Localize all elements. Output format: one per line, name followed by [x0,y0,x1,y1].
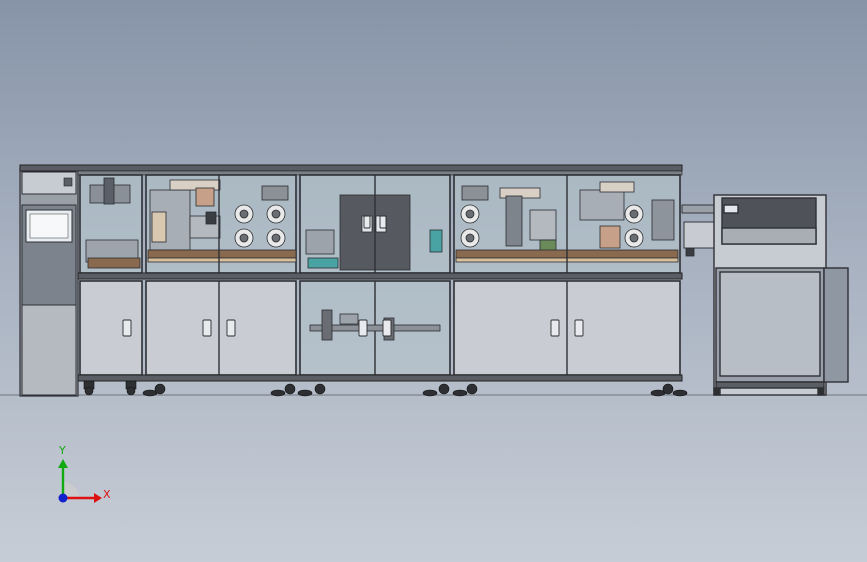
y-arrowhead [58,459,68,468]
control-cabinet[interactable] [19,167,79,397]
assembly-machine[interactable] [19,164,695,397]
outfeed-conveyor [681,204,717,249]
axis-triad[interactable]: Y X [58,444,111,503]
cad-viewport[interactable]: Y X [0,0,867,562]
top-rail [19,164,683,172]
auxiliary-unit[interactable] [713,194,849,396]
y-axis-label: Y [58,444,66,457]
cad-scene: Y X [0,164,867,503]
x-arrowhead [94,493,102,503]
casters [83,380,688,397]
base-rail [77,374,683,382]
x-axis-label: X [103,488,111,501]
mid-rail [77,272,683,280]
origin-dot [58,493,68,503]
